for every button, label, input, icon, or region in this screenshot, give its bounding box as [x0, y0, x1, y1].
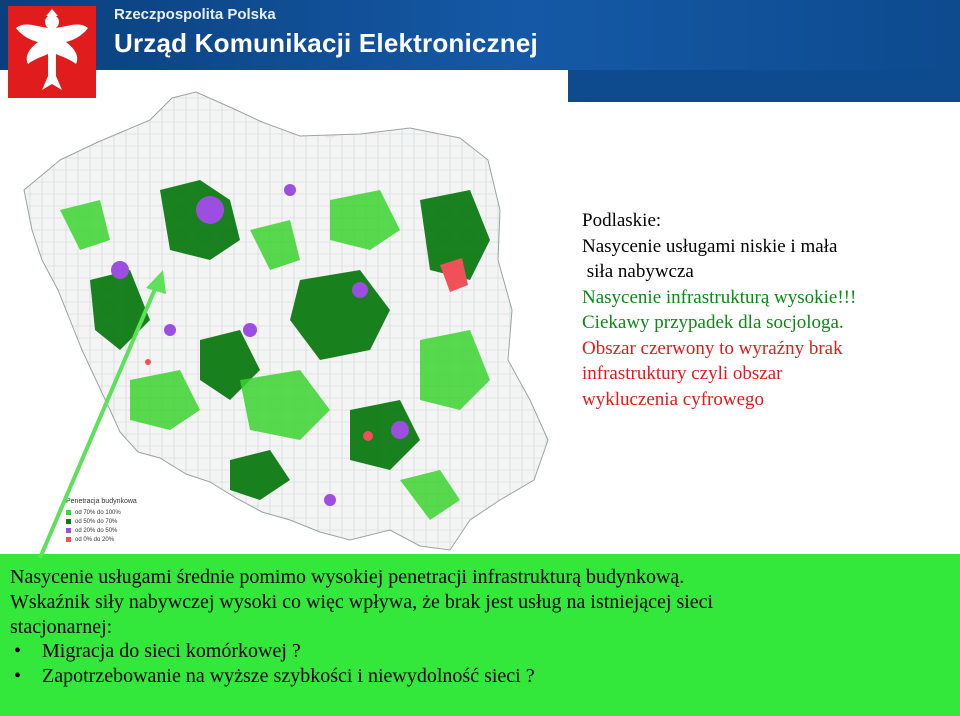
callout-line: stacjonarnej:: [10, 615, 113, 638]
header-tab: [568, 70, 960, 102]
bottom-callout-text: Nasycenie usługami średnie pomimo wysoki…: [10, 565, 955, 689]
legend-swatch: [66, 537, 71, 542]
callout-line: Wskaźnik siły nabywczej wysoki co więc w…: [10, 590, 714, 613]
legend-label: od 50% do 70%: [75, 518, 118, 525]
bullet-item: Zapotrzebowanie na wyższe szybkości i ni…: [10, 664, 955, 689]
legend-label: od 70% do 100%: [75, 509, 121, 516]
note-highlight-red: Obszar czerwony to wyraźny brak: [582, 337, 843, 359]
legend-item: od 20% do 50%: [66, 526, 137, 535]
legend-label: od 0% do 20%: [75, 536, 115, 543]
poland-map: [23, 91, 549, 551]
legend-swatch: [66, 519, 71, 524]
note-line: siła nabywcza: [582, 261, 694, 282]
note-line: Nasycenie usługami niskie i mała: [582, 235, 838, 257]
legend-swatch: [66, 510, 71, 515]
map-legend: Penetracja budynkowa od 70% do 100% od 5…: [66, 498, 137, 544]
organization-name: Urząd Komunikacji Elektronicznej: [114, 28, 538, 58]
callout-bullets: Migracja do sieci komórkowej ? Zapotrzeb…: [10, 639, 955, 689]
legend-swatch: [66, 528, 71, 533]
legend-title: Penetracja budynkowa: [66, 498, 137, 505]
organization-country: Rzeczpospolita Polska: [114, 6, 276, 23]
legend-item: od 70% do 100%: [66, 508, 137, 517]
callout-line: Nasycenie usługami średnie pomimo wysoki…: [10, 566, 685, 588]
note-title: Podlaskie:: [582, 210, 662, 231]
legend-item: od 0% do 20%: [66, 535, 137, 544]
note-highlight-green: Nasycenie infrastrukturą wysokie!!!: [582, 286, 857, 308]
legend-label: od 20% do 50%: [75, 527, 118, 534]
podlaskie-note: Podlaskie: Nasycenie usługami niskie i m…: [582, 208, 952, 412]
bullet-item: Migracja do sieci komórkowej ?: [10, 639, 955, 664]
note-highlight-red: infrastruktury czyli obszar: [582, 363, 783, 384]
note-highlight-red: wykluczenia cyfrowego: [582, 388, 765, 410]
note-highlight-green: Ciekawy przypadek dla socjologa.: [582, 312, 844, 333]
legend-item: od 50% do 70%: [66, 517, 137, 526]
